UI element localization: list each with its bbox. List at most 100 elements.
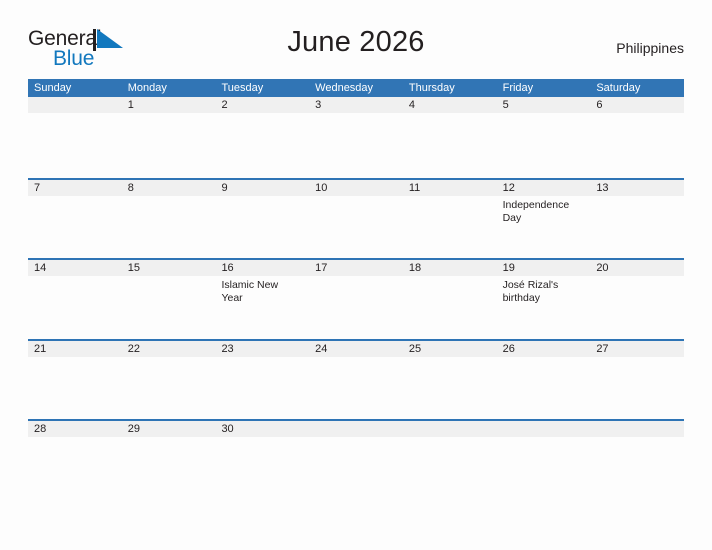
day-number: 14: [34, 262, 47, 274]
day-cell-27[interactable]: 27: [590, 341, 684, 420]
day-cell-empty: [28, 97, 122, 178]
day-cell-9[interactable]: 9: [215, 180, 309, 259]
calendar-week-row: 7 8 9 10 11 12 Independence Day 13: [28, 177, 684, 259]
day-cell-6[interactable]: 6: [590, 97, 684, 178]
day-cell-3[interactable]: 3: [309, 97, 403, 178]
day-cell-8[interactable]: 8: [122, 180, 216, 259]
calendar-grid: Sunday Monday Tuesday Wednesday Thursday Frid…: [28, 79, 684, 500]
day-number: 23: [221, 342, 234, 355]
day-number: 13: [596, 181, 609, 194]
day-number: 21: [34, 342, 47, 355]
day-number: 6: [596, 99, 603, 111]
day-number: [503, 421, 588, 437]
day-cell-2[interactable]: 2: [215, 97, 309, 178]
day-number: 2: [221, 99, 228, 111]
weekday-header-thursday: Thursday: [408, 82, 455, 94]
day-cell-29[interactable]: 29: [122, 421, 216, 500]
day-number: 4: [408, 99, 415, 111]
day-number: [409, 421, 494, 437]
day-cell-5[interactable]: 5: [497, 97, 591, 178]
day-number: 9: [221, 181, 228, 194]
day-cell-11[interactable]: 11: [403, 180, 497, 259]
day-cell-16[interactable]: 16 Islamic New Year: [215, 260, 309, 339]
calendar-week-row: 14 15 16 Islamic New Year 17 18 19 José Rizal's…: [28, 258, 684, 339]
day-cell-18[interactable]: 18: [403, 260, 497, 339]
day-number: 7: [34, 181, 41, 194]
day-cell-14[interactable]: 14: [28, 260, 122, 339]
week-cells: 1 2 3 4 5 6: [28, 97, 684, 178]
calendar-week-row: 28 29 30: [28, 419, 684, 500]
day-number: 25: [408, 342, 422, 355]
day-cell-25[interactable]: 25: [403, 341, 497, 420]
day-cell-empty: [590, 421, 684, 500]
day-number: 3: [315, 99, 322, 111]
day-number: 15: [127, 262, 140, 274]
day-cell-19[interactable]: 19 José Rizal's birthday: [497, 260, 591, 339]
day-number: 10: [315, 181, 328, 194]
day-number: [315, 421, 400, 437]
week-cells: 7 8 9 10 11 12 Independence Day 13: [28, 180, 684, 259]
day-events: José Rizal's birthday: [503, 276, 588, 305]
weekday-header-tuesday: Tuesday: [221, 82, 264, 94]
day-number: 24: [315, 342, 328, 355]
weekday-header-sunday: Sunday: [34, 82, 72, 94]
day-cell-7[interactable]: 7: [28, 180, 122, 259]
page-title: June 2026: [287, 26, 425, 58]
calendar-weeks: 1 2 3 4 5 6 7 8 9 10 11 12 Independence Day 13 14 15 16 I…: [28, 97, 684, 500]
day-events: Independence Day: [503, 196, 588, 225]
day-cell-22[interactable]: 22: [122, 341, 216, 420]
week-cells: 21 22 23 24 25 26 27: [28, 341, 684, 420]
day-number: 18: [408, 262, 422, 274]
page-header: General Blue June 2026 Philippines: [28, 26, 684, 72]
day-cell-1[interactable]: 1: [122, 97, 216, 178]
day-cell-23[interactable]: 23: [215, 341, 309, 420]
day-cell-empty: [309, 421, 403, 500]
weekday-header-friday: Friday: [502, 82, 534, 94]
day-number: 12: [502, 181, 515, 194]
day-number: 11: [408, 181, 421, 194]
holiday-event: Independence Day: [502, 198, 570, 224]
day-number: 29: [127, 423, 140, 435]
weekday-header-wednesday: Wednesday: [315, 82, 374, 94]
day-number: 19: [502, 262, 515, 274]
calendar-page: General Blue June 2026 Philippines Sunda…: [0, 0, 712, 550]
day-number: 17: [315, 262, 328, 274]
day-cell-20[interactable]: 20: [590, 260, 684, 339]
day-number: 26: [502, 342, 515, 355]
holiday-event: José Rizal's birthday: [502, 279, 559, 304]
day-number: 30: [221, 423, 234, 435]
weekday-header-row: Sunday Monday Tuesday Wednesday Thursday Frid…: [28, 79, 684, 97]
day-number: 5: [502, 99, 509, 111]
day-cell-21[interactable]: 21: [28, 341, 122, 420]
day-cell-26[interactable]: 26: [497, 341, 591, 420]
day-number: 8: [127, 181, 134, 194]
day-number: 28: [34, 423, 47, 435]
day-cell-17[interactable]: 17: [309, 260, 403, 339]
day-cell-empty: [403, 421, 497, 500]
day-cell-24[interactable]: 24: [309, 341, 403, 420]
day-number: [34, 97, 119, 113]
calendar-week-row: 1 2 3 4 5 6: [28, 97, 684, 178]
day-number: [596, 421, 681, 437]
day-number: 22: [127, 342, 140, 355]
day-number: 20: [596, 262, 609, 274]
day-number: 1: [127, 99, 134, 111]
calendar-week-row: 21 22 23 24 25 26 27: [28, 338, 684, 420]
week-cells: 28 29 30: [28, 421, 684, 500]
day-cell-13[interactable]: 13: [590, 180, 684, 259]
day-events: Islamic New Year: [221, 276, 306, 305]
day-number: 27: [596, 342, 609, 355]
day-cell-10[interactable]: 10: [309, 180, 403, 259]
day-cell-empty: [497, 421, 591, 500]
weekday-header-saturday: Saturday: [596, 82, 641, 94]
country-label: Philippines: [616, 40, 684, 56]
week-cells: 14 15 16 Islamic New Year 17 18 19 José Rizal's…: [28, 260, 684, 339]
day-cell-4[interactable]: 4: [403, 97, 497, 178]
weekday-header-monday: Monday: [127, 82, 167, 94]
day-number: 16: [221, 262, 234, 274]
holiday-event: Islamic New Year: [221, 279, 279, 304]
day-cell-30[interactable]: 30: [215, 421, 309, 500]
day-cell-28[interactable]: 28: [28, 421, 122, 500]
day-cell-12[interactable]: 12 Independence Day: [497, 180, 591, 259]
day-cell-15[interactable]: 15: [122, 260, 216, 339]
